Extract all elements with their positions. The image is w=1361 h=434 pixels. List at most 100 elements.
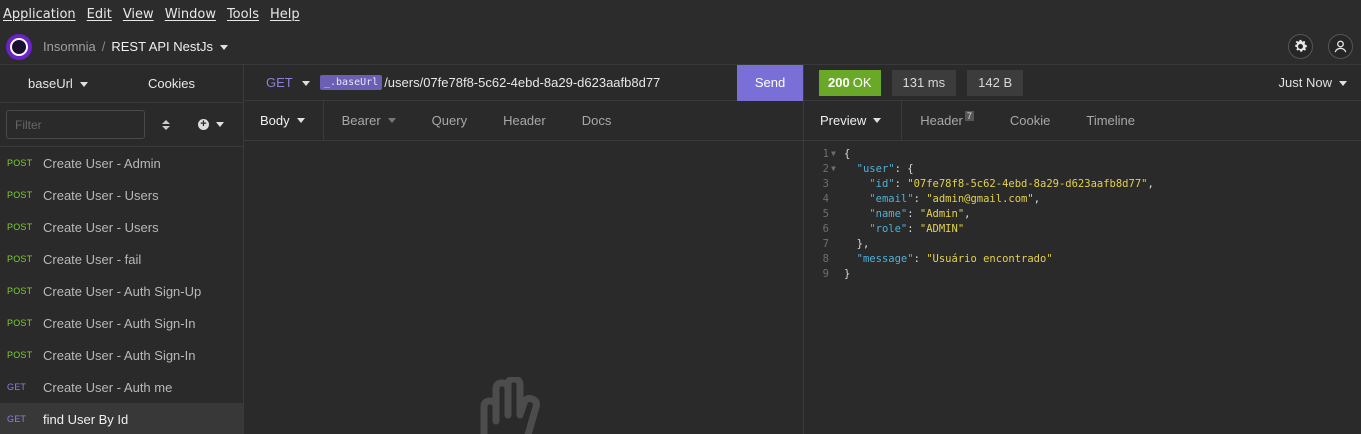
- code-line: 6 "role": "ADMIN": [804, 221, 1361, 236]
- url-input[interactable]: _.baseUrl /users/07fe78f8-5c62-4ebd-8a29…: [320, 75, 737, 90]
- tab-response-header[interactable]: Header 7: [902, 101, 992, 140]
- send-button[interactable]: Send: [737, 64, 803, 101]
- line-number: 5: [822, 207, 829, 220]
- menu-window[interactable]: Window: [165, 7, 216, 22]
- cookies-button[interactable]: Cookies: [114, 76, 243, 91]
- url-path: /users/07fe78f8-5c62-4ebd-8a29-d623aafb8…: [384, 75, 661, 90]
- line-number: 4: [822, 192, 829, 205]
- menu-view[interactable]: View: [123, 7, 154, 22]
- plus-circle-icon: +: [198, 119, 209, 130]
- code-line: 5 "name": "Admin",: [804, 206, 1361, 221]
- status-code: 200: [828, 75, 850, 90]
- method-badge: POST: [7, 254, 33, 264]
- request-name: Create User - Auth Sign-Up: [43, 283, 202, 299]
- request-list: POST Create User - Admin POST Create User …: [0, 147, 243, 434]
- breadcrumb-project[interactable]: REST API NestJs: [111, 39, 229, 54]
- sort-icon: [162, 119, 170, 124]
- code-line: 2 ▼ "user": {: [804, 161, 1361, 176]
- code-line: 7 },: [804, 236, 1361, 251]
- settings-button[interactable]: [1288, 34, 1313, 59]
- add-request-button[interactable]: +: [198, 119, 224, 130]
- request-name: Create User - Auth Sign-In: [43, 347, 196, 363]
- request-item-active[interactable]: GET find User By Id: [0, 403, 243, 434]
- sort-button[interactable]: [161, 119, 171, 130]
- line-number: 9: [822, 267, 829, 280]
- code-line: 3 "id": "07fe78f8-5c62-4ebd-8a29-d623aaf…: [804, 176, 1361, 191]
- menu-help[interactable]: Help: [270, 7, 300, 22]
- filter-input[interactable]: Filter: [6, 110, 145, 139]
- code-text: "email": "admin@gmail.com",: [869, 192, 1041, 205]
- menu-edit[interactable]: Edit: [87, 7, 112, 22]
- tab-query[interactable]: Query: [414, 101, 485, 140]
- method-badge: POST: [7, 318, 33, 328]
- chevron-down-icon: [301, 81, 310, 87]
- request-item[interactable]: POST Create User - Users: [0, 211, 243, 243]
- tab-docs[interactable]: Docs: [564, 101, 630, 140]
- response-time-badge: 131 ms: [891, 69, 957, 96]
- tab-timeline[interactable]: Timeline: [1068, 101, 1153, 140]
- gear-icon: [1295, 39, 1308, 52]
- request-item[interactable]: POST Create User - Auth Sign-In: [0, 307, 243, 339]
- account-button[interactable]: [1328, 34, 1353, 59]
- request-item[interactable]: POST Create User - Auth Sign-Up: [0, 275, 243, 307]
- fold-icon[interactable]: ▼: [831, 164, 844, 173]
- tab-label: Bearer: [341, 113, 381, 128]
- code-text: "role": "ADMIN": [869, 222, 965, 235]
- code-text: }: [844, 267, 851, 280]
- history-label: Just Now: [1278, 75, 1332, 90]
- request-item[interactable]: POST Create User - Admin: [0, 147, 243, 179]
- history-dropdown[interactable]: Just Now: [1279, 75, 1347, 90]
- request-name: Create User - Users: [43, 219, 159, 235]
- line-number: 8: [822, 252, 829, 265]
- menu-bar: Application Edit View Window Tools Help: [0, 0, 1361, 29]
- status-text: OK: [852, 75, 872, 90]
- chevron-down-icon: [216, 122, 224, 127]
- response-body-viewer[interactable]: 1 ▼{2 ▼ "user": {3 "id": "07fe78f8-5c62-4e…: [804, 141, 1361, 281]
- user-icon: [1334, 40, 1347, 53]
- method-badge: POST: [7, 158, 33, 168]
- tab-preview[interactable]: Preview: [804, 101, 903, 140]
- insomnia-logo: [6, 33, 32, 60]
- menu-application[interactable]: Application: [3, 7, 76, 22]
- environment-label: baseUrl: [28, 76, 73, 91]
- method-label: GET: [266, 75, 293, 90]
- response-pane: 200 OK 131 ms 142 B Just Now Preview Head…: [804, 65, 1361, 434]
- title-bar: Insomnia / REST API NestJs: [0, 29, 1361, 65]
- project-name: REST API NestJs: [111, 39, 214, 54]
- method-selector[interactable]: GET: [244, 75, 320, 90]
- tab-cookie[interactable]: Cookie: [992, 101, 1068, 140]
- method-badge: POST: [7, 286, 33, 296]
- tab-header[interactable]: Header: [485, 101, 564, 140]
- request-pane: GET _.baseUrl /users/07fe78f8-5c62-4ebd-…: [244, 64, 804, 434]
- request-name: Create User - Auth me: [43, 379, 173, 395]
- tab-body[interactable]: Body: [244, 101, 324, 140]
- request-item[interactable]: POST Create User - Users: [0, 179, 243, 211]
- url-variable-chip[interactable]: _.baseUrl: [320, 75, 383, 90]
- response-size-badge: 142 B: [967, 69, 1024, 96]
- tab-auth[interactable]: Bearer: [324, 101, 414, 140]
- method-badge: POST: [7, 350, 33, 360]
- code-line: 8 "message": "Usuário encontrado": [804, 251, 1361, 266]
- request-item[interactable]: POST Create User - fail: [0, 243, 243, 275]
- code-text: "id": "07fe78f8-5c62-4ebd-8a29-d623aafb8…: [869, 177, 1154, 190]
- method-badge: POST: [7, 222, 33, 232]
- method-badge: GET: [7, 414, 27, 424]
- chevron-down-icon: [1339, 81, 1347, 87]
- request-item[interactable]: POST Create User - Auth Sign-In: [0, 339, 243, 371]
- breadcrumb-app[interactable]: Insomnia: [43, 39, 96, 54]
- chevron-down-icon: [79, 82, 88, 88]
- request-name: Create User - Auth Sign-In: [43, 315, 196, 331]
- line-number: 1: [822, 147, 829, 160]
- fold-icon[interactable]: ▼: [831, 149, 844, 158]
- chevron-down-icon: [296, 118, 305, 123]
- request-name: Create User - Users: [43, 187, 159, 203]
- menu-tools[interactable]: Tools: [227, 7, 259, 22]
- chevron-down-icon: [387, 118, 396, 123]
- environment-selector[interactable]: baseUrl: [0, 76, 114, 91]
- request-item[interactable]: GET Create User - Auth me: [0, 371, 243, 403]
- code-line: 9}: [804, 266, 1361, 281]
- code-line: 1 ▼{: [804, 146, 1361, 161]
- line-number: 7: [822, 237, 829, 250]
- line-number: 3: [822, 177, 829, 190]
- code-text: {: [844, 147, 851, 160]
